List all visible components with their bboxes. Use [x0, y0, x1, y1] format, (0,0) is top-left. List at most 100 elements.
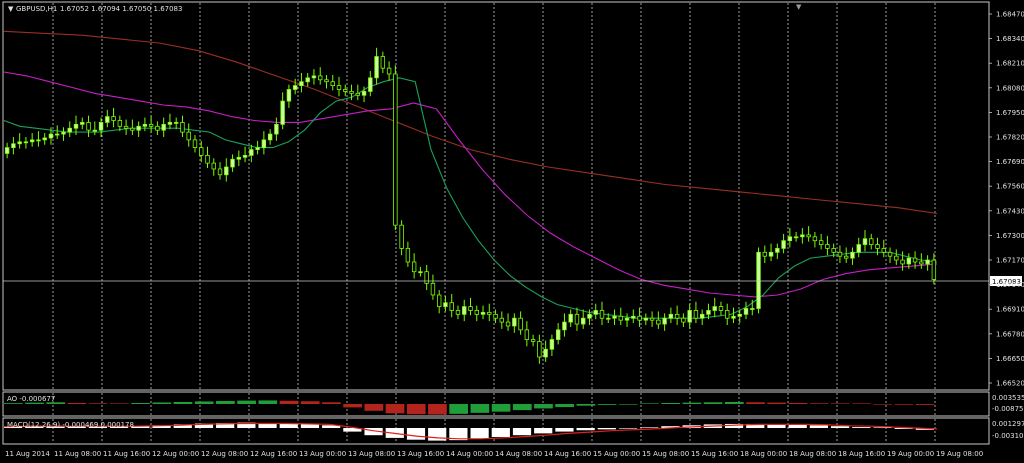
candle-body [4, 147, 10, 154]
candle-body [693, 310, 699, 319]
price-tick-label: 1.67170 [996, 257, 1024, 265]
candle-body [793, 236, 799, 239]
ao-bar [724, 401, 744, 404]
candle-body [336, 85, 342, 90]
candle-body [837, 251, 843, 257]
ao-bar [830, 403, 850, 404]
candle-body [399, 224, 404, 249]
candle-body [812, 236, 818, 242]
time-tick-label: 19 Aug 00:00 [887, 450, 934, 458]
ao-bar [216, 400, 235, 404]
macd-bar [512, 428, 532, 436]
candle-body [205, 154, 210, 164]
symbol-label: GBPUSD,H1 [16, 5, 57, 13]
ao-bar [131, 402, 150, 404]
price-tick-label: 1.68340 [996, 35, 1024, 43]
ao-bar [406, 404, 426, 415]
ao-bar [88, 403, 108, 404]
candle-body [424, 271, 429, 284]
candle-body [731, 315, 736, 319]
moving-average-lines [3, 30, 938, 319]
ao-bar [682, 402, 702, 404]
candle-body [305, 77, 310, 83]
candle-body [743, 308, 749, 315]
candle-body [574, 313, 580, 325]
ao-bar [491, 404, 511, 412]
macd-bar [640, 427, 659, 428]
price-tick-label: 1.66520 [996, 380, 1024, 388]
price-tick-label: 1.67820 [996, 134, 1024, 142]
macd-bar [809, 425, 828, 428]
candle-body [549, 339, 555, 350]
ao-label: AO -0.000677 [7, 395, 55, 403]
ao-bar [767, 402, 787, 404]
candle-body [148, 123, 154, 127]
candle-body [524, 329, 530, 340]
candle-body [180, 122, 185, 133]
candle-body [881, 248, 886, 253]
candle-body [23, 141, 29, 144]
candle-body [224, 166, 229, 176]
candle-body [436, 294, 442, 307]
price-tick-label: 1.66780 [996, 330, 1024, 338]
ao-bar [915, 404, 935, 405]
ao-bar [703, 402, 723, 404]
candle-body [17, 141, 22, 145]
price-tick-label: 1.67300 [996, 232, 1024, 240]
macd-histogram [4, 422, 934, 441]
price-tick-label: 1.68080 [996, 84, 1024, 92]
candle-body [230, 158, 235, 168]
ao-bar [110, 403, 129, 404]
candle-body [906, 257, 912, 265]
price-tick-label: 1.67040 [996, 281, 1024, 289]
price-chart[interactable]: 1.67083 ▼ GBPUSD,H1 1.67052 1.67094 1.67… [0, 0, 1024, 463]
macd-bar [555, 428, 574, 432]
time-tick-label: 18 Aug 00:00 [740, 450, 787, 458]
ao-bar [470, 404, 490, 413]
candle-body [587, 313, 592, 319]
time-tick-label: 11 Aug 16:00 [103, 450, 150, 458]
candle-body [186, 131, 191, 141]
candle-body [42, 137, 47, 141]
ao-bar [852, 403, 871, 404]
candle-body [92, 129, 97, 132]
candle-body [255, 147, 260, 150]
candle-body [173, 122, 179, 124]
ao-bar [640, 403, 659, 404]
price-tick-label: 1.67690 [996, 158, 1024, 166]
candle-body [411, 261, 417, 273]
candle-body [512, 317, 517, 327]
ao-bar [449, 404, 468, 414]
candle-body [756, 251, 761, 309]
candle-body [593, 310, 598, 315]
candle-body [737, 313, 742, 317]
chart-menu-arrow-icon[interactable]: ▼ [8, 5, 14, 13]
ao-bar [343, 404, 362, 408]
candle-body [562, 321, 567, 331]
candle-body [825, 244, 830, 249]
time-tick-label: 13 Aug 00:00 [299, 450, 346, 458]
candle-body [480, 311, 486, 315]
macd-label: MACD(12,26,9) -0.000469 0.000178 [7, 421, 134, 429]
candle-body [681, 317, 686, 323]
macd-bar [470, 428, 489, 439]
time-tick-label: 12 Aug 16:00 [250, 450, 297, 458]
candle-body [687, 310, 692, 323]
candle-body [818, 240, 824, 245]
price-axis: 1.68470 1.68340 1.68210 1.68080 1.67950 1.678… [989, 11, 1024, 388]
chart-shift-marker-icon[interactable]: ▼ [796, 3, 802, 11]
candle-body [80, 122, 85, 125]
ao-bar [555, 404, 575, 408]
ao-bar [364, 404, 384, 411]
ao-bar [67, 402, 87, 404]
candle-body [468, 306, 473, 311]
candle-body [900, 259, 905, 265]
candle-body [887, 251, 893, 257]
candle-body [111, 116, 116, 121]
candle-body [925, 259, 930, 265]
candle-body [775, 248, 780, 253]
candle-body [869, 238, 874, 245]
candle-body [850, 251, 855, 259]
candle-body [618, 315, 623, 321]
candle-body [386, 67, 392, 75]
